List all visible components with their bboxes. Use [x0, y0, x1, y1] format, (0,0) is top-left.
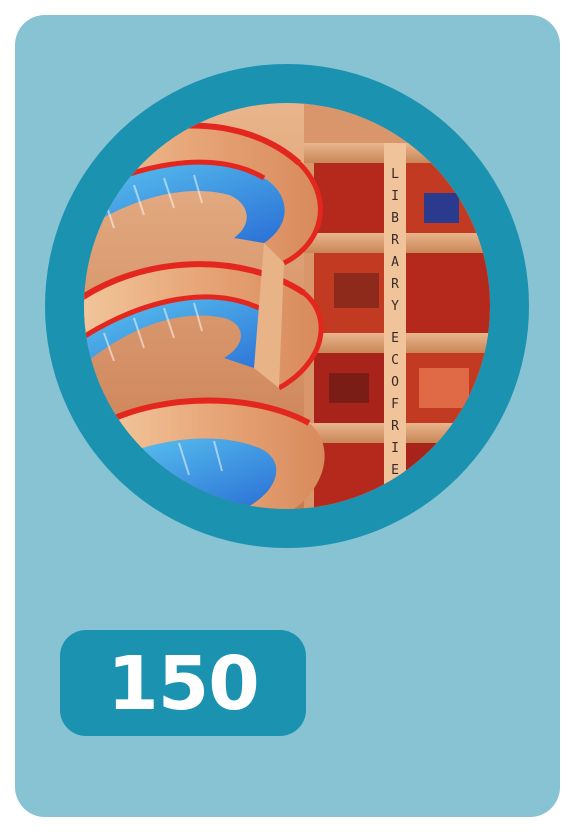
sign-letter: E [391, 331, 399, 346]
sign-letter: A [391, 255, 399, 270]
sign-letter: R [391, 233, 399, 248]
sign-letter: C [391, 353, 399, 368]
library-photo[interactable]: L I B R A R Y E C O F R I E N [84, 103, 490, 509]
sign-letter: I [391, 441, 399, 456]
sign-letter: O [391, 375, 399, 390]
sign-letter: B [391, 211, 399, 226]
count-badge: 150 [60, 630, 306, 736]
library-illustration: L I B R A R Y E C O F R I E N [84, 103, 490, 509]
sign-letter: E [391, 463, 399, 478]
sign-letter: F [391, 397, 399, 412]
sign-letter: L [391, 167, 399, 182]
sign-letters: L I B R A R Y E C O F R I E N [391, 167, 399, 500]
sign-letter: R [391, 277, 399, 292]
count-value: 150 [107, 641, 259, 727]
sign-letter: I [391, 189, 399, 204]
sign-letter: Y [391, 299, 399, 314]
sign-letter: R [391, 419, 399, 434]
